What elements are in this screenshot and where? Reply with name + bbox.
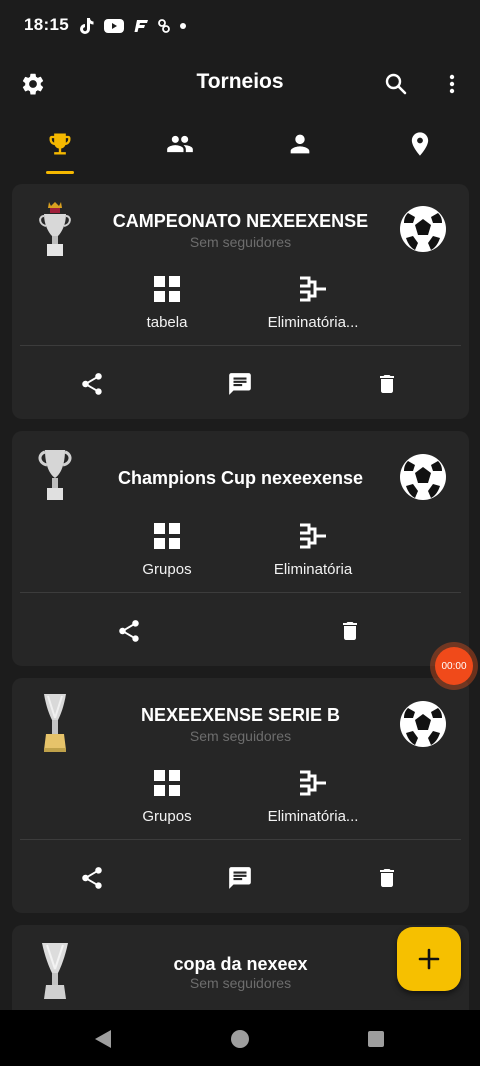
recents-square-icon <box>368 1031 384 1047</box>
back-triangle-icon <box>95 1030 111 1048</box>
knockout-option[interactable]: Eliminatória... <box>248 766 378 825</box>
card-divider <box>20 839 461 840</box>
tournament-followers: Sem seguidores <box>189 728 292 744</box>
cup-trophy-icon <box>38 450 72 500</box>
share-icon <box>82 373 102 395</box>
tab-bar <box>0 122 480 174</box>
tab-teams[interactable] <box>120 122 240 174</box>
dot-icon <box>180 23 186 29</box>
youtube-icon <box>104 19 124 33</box>
card-divider <box>20 592 461 593</box>
groups-option[interactable]: Grupos <box>102 766 232 825</box>
knockout-option-label: Eliminatória... <box>267 808 359 825</box>
soccer-ball-icon <box>400 454 446 500</box>
search-button[interactable] <box>380 68 412 100</box>
grid-icon <box>154 523 180 549</box>
grid-icon <box>154 770 180 796</box>
share-button[interactable] <box>109 611 149 651</box>
tournament-title: copa da nexeex <box>173 954 308 974</box>
soccer-ball-icon <box>400 701 446 747</box>
screen-recorder-bubble[interactable]: 00:00 <box>430 642 478 690</box>
trash-icon <box>343 622 357 640</box>
bracket-icon <box>300 770 326 796</box>
comment-button[interactable] <box>220 858 260 898</box>
cup-trophy-icon <box>42 943 68 999</box>
bracket-icon <box>300 276 326 302</box>
group-icon <box>167 135 193 153</box>
tab-selected-indicator <box>46 171 74 174</box>
status-time: 18:15 <box>24 15 69 34</box>
comment-icon <box>229 867 251 889</box>
knockout-option[interactable]: Eliminatória... <box>248 272 378 331</box>
table-option[interactable]: tabela <box>102 272 232 331</box>
card-divider <box>20 345 461 346</box>
groups-option-label: Grupos <box>142 561 192 578</box>
search-icon <box>385 73 407 95</box>
app-link-icon <box>158 19 170 33</box>
tournament-card[interactable]: NEXEEXENSE SERIE B Sem seguidores Grupos… <box>12 678 469 913</box>
app-bar: Torneios <box>0 56 480 112</box>
tab-location[interactable] <box>360 122 480 174</box>
back-button[interactable] <box>92 1028 114 1050</box>
delete-button[interactable] <box>367 858 407 898</box>
comment-icon <box>229 373 251 395</box>
status-bar: 18:15 <box>0 0 480 50</box>
knockout-option-label: Eliminatória <box>273 561 353 578</box>
grid-icon <box>154 276 180 302</box>
recorder-timer: 00:00 <box>435 647 473 685</box>
delete-button[interactable] <box>367 364 407 404</box>
recents-button[interactable] <box>365 1028 387 1050</box>
share-button[interactable] <box>72 858 112 898</box>
tournament-followers: Sem seguidores <box>189 975 292 991</box>
comment-button[interactable] <box>220 364 260 404</box>
groups-option-label: Grupos <box>142 808 192 825</box>
add-tournament-button[interactable] <box>397 927 461 991</box>
more-options-button[interactable] <box>436 68 468 100</box>
tournament-card[interactable]: Champions Cup nexeexense Grupos Eliminat… <box>12 431 469 666</box>
share-icon <box>119 620 139 642</box>
groups-option[interactable]: Grupos <box>102 519 232 578</box>
system-navigation-bar <box>0 1010 480 1066</box>
tournament-card[interactable]: CAMPEONATO NEXEEXENSE Sem seguidores tab… <box>12 184 469 419</box>
tournament-title: CAMPEONATO NEXEEXENSE <box>112 211 369 231</box>
knockout-option[interactable]: Eliminatória <box>248 519 378 578</box>
tournament-title: Champions Cup nexeexense <box>117 468 364 488</box>
home-button[interactable] <box>229 1028 251 1050</box>
tiktok-icon <box>80 18 94 34</box>
knockout-option-label: Eliminatória... <box>267 314 359 331</box>
tab-profile[interactable] <box>240 122 360 174</box>
person-icon <box>290 134 310 154</box>
table-option-label: tabela <box>146 314 188 331</box>
delete-button[interactable] <box>330 611 370 651</box>
series-b-trophy-icon <box>44 694 66 752</box>
soccer-ball-icon <box>400 206 446 252</box>
app-f-icon <box>134 20 148 32</box>
trash-icon <box>380 375 394 393</box>
league-trophy-icon <box>39 202 71 256</box>
location-icon <box>411 132 429 156</box>
share-icon <box>82 867 102 889</box>
tournament-followers: Sem seguidores <box>189 234 292 250</box>
tab-tournaments[interactable] <box>0 122 120 174</box>
trash-icon <box>380 869 394 887</box>
trophy-icon <box>49 133 71 155</box>
home-circle-icon <box>231 1030 249 1048</box>
share-button[interactable] <box>72 364 112 404</box>
tournament-title: NEXEEXENSE SERIE B <box>140 705 341 725</box>
plus-icon <box>418 948 440 970</box>
more-vert-icon <box>449 74 455 94</box>
bracket-icon <box>300 523 326 549</box>
status-notification-icons <box>78 17 186 35</box>
